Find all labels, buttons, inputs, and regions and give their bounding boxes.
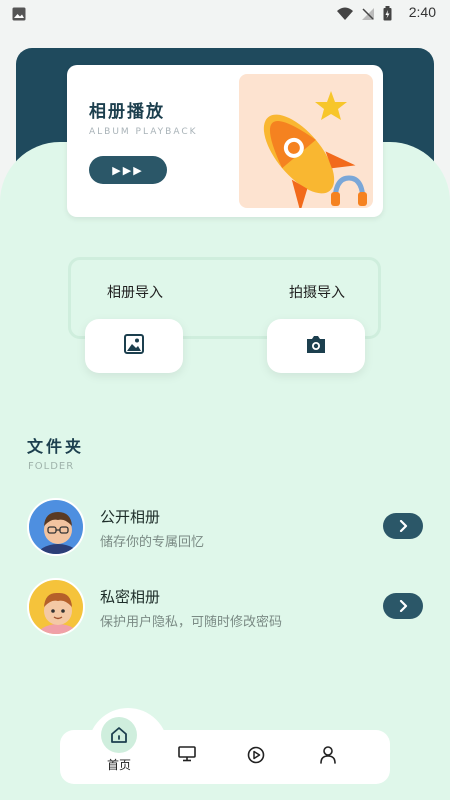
folder-subtitle: FOLDER [28, 461, 75, 472]
album-import-button[interactable] [85, 319, 183, 373]
play-button[interactable]: ▶▶▶ [89, 156, 167, 184]
public-album-title: 公开相册 [100, 508, 161, 526]
image-icon [124, 334, 144, 358]
public-album-open-button[interactable] [383, 513, 423, 539]
tab-video[interactable] [247, 746, 265, 768]
star-icon [315, 91, 347, 120]
album-playback-title: 相册播放 [89, 102, 165, 122]
album-playback-subtitle: ALBUM PLAYBACK [89, 127, 198, 137]
tab-screen[interactable] [178, 746, 196, 766]
tab-home-label: 首页 [106, 758, 131, 772]
play-circle-icon [247, 746, 265, 768]
chevron-right-icon [398, 517, 408, 536]
album-playback-card[interactable]: 相册播放 ALBUM PLAYBACK ▶▶▶ [67, 65, 383, 217]
private-album-title: 私密相册 [100, 588, 161, 606]
battery-icon [383, 6, 392, 25]
list-item-public-album[interactable]: 公开相册 储存你的专属回忆 [27, 498, 427, 558]
user-icon [320, 746, 336, 768]
monitor-icon [178, 746, 196, 766]
avatar [27, 498, 85, 556]
album-import-label: 相册导入 [107, 285, 163, 301]
public-album-desc: 储存你的专属回忆 [100, 535, 205, 550]
no-signal-icon [361, 6, 375, 25]
list-item-private-album[interactable]: 私密相册 保护用户隐私，可随时修改密码 [27, 578, 427, 638]
camera-import-label: 拍摄导入 [289, 285, 345, 301]
folder-title: 文件夹 [27, 437, 85, 456]
tab-home[interactable]: 首页 [101, 717, 137, 773]
tab-profile[interactable] [320, 746, 336, 768]
chevron-right-icon [398, 597, 408, 616]
play-icon: ▶▶▶ [112, 163, 144, 177]
status-time: 2:40 [408, 4, 436, 20]
gallery-icon [12, 6, 26, 25]
private-album-open-button[interactable] [383, 593, 423, 619]
camera-import-button[interactable] [267, 319, 365, 373]
headphones-icon [331, 175, 367, 206]
rocket-illustration [239, 74, 373, 208]
status-bar: 2:40 [0, 0, 450, 26]
camera-icon [305, 335, 327, 358]
avatar [27, 578, 85, 636]
wifi-icon [337, 6, 353, 25]
private-album-desc: 保护用户隐私，可随时修改密码 [100, 615, 283, 630]
home-icon [101, 717, 137, 753]
